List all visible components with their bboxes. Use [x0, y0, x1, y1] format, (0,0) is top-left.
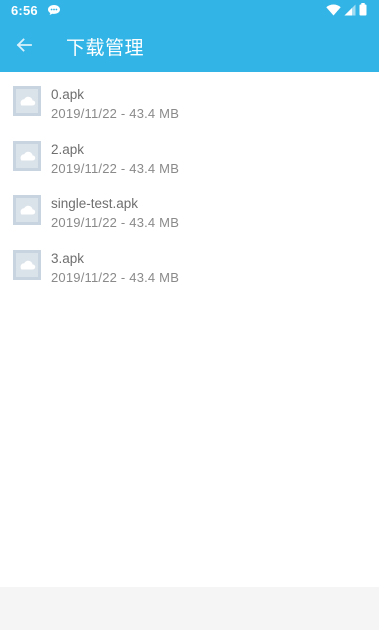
download-item[interactable]: single-test.apk 2019/11/22 - 43.4 MB [0, 183, 379, 238]
file-cloud-icon [13, 86, 41, 116]
status-bar-right [326, 1, 367, 20]
download-item[interactable]: 3.apk 2019/11/22 - 43.4 MB [0, 238, 379, 293]
file-date: 2019/11/22 [51, 215, 118, 230]
file-size: 43.4 MB [129, 106, 180, 121]
file-date: 2019/11/22 [51, 160, 118, 176]
meta-separator: - [120, 269, 126, 285]
file-size: 43.4 MB [129, 160, 180, 176]
file-meta: 2019/11/22 - 43.4 MB [51, 106, 179, 121]
status-time: 6:56 [11, 2, 38, 18]
download-item[interactable]: 0.apk 2019/11/22 - 43.4 MB [0, 74, 379, 129]
chat-bubble-icon [47, 1, 61, 20]
status-bar-left: 6:56 [11, 1, 61, 20]
cell-signal-icon [344, 1, 356, 20]
file-cloud-icon [13, 140, 41, 171]
battery-icon [359, 1, 367, 20]
download-item[interactable]: 2.apk 2019/11/22 - 43.4 MB [0, 129, 379, 184]
file-name: 3.apk [51, 250, 85, 266]
meta-separator: - [120, 215, 126, 230]
file-meta: 2019/11/22 - 43.4 MB [51, 215, 179, 230]
back-button[interactable] [0, 20, 48, 72]
download-list: 0.apk 2019/11/22 - 43.4 MB 2.apk 2019/11… [0, 74, 379, 292]
file-cloud-icon [13, 249, 41, 280]
meta-separator: - [120, 160, 126, 176]
file-date: 2019/11/22 [51, 106, 118, 121]
meta-separator: - [120, 106, 126, 121]
file-meta: 2019/11/22 - 43.4 MB [51, 270, 179, 285]
wifi-icon [326, 1, 341, 20]
file-cloud-icon [13, 195, 41, 225]
file-name: 2.apk [51, 141, 85, 157]
file-size: 43.4 MB [129, 215, 180, 230]
arrow-left-icon [16, 37, 32, 56]
file-meta: 2019/11/22 - 43.4 MB [51, 161, 179, 176]
file-date: 2019/11/22 [51, 269, 118, 285]
status-bar: 6:56 [0, 0, 379, 20]
bottom-bar [0, 587, 379, 630]
page-title: 下载管理 [66, 36, 145, 59]
file-name: 0.apk [51, 87, 85, 102]
file-name: single-test.apk [51, 196, 139, 211]
app-bar: 下载管理 [0, 20, 379, 72]
file-size: 43.4 MB [129, 269, 180, 285]
